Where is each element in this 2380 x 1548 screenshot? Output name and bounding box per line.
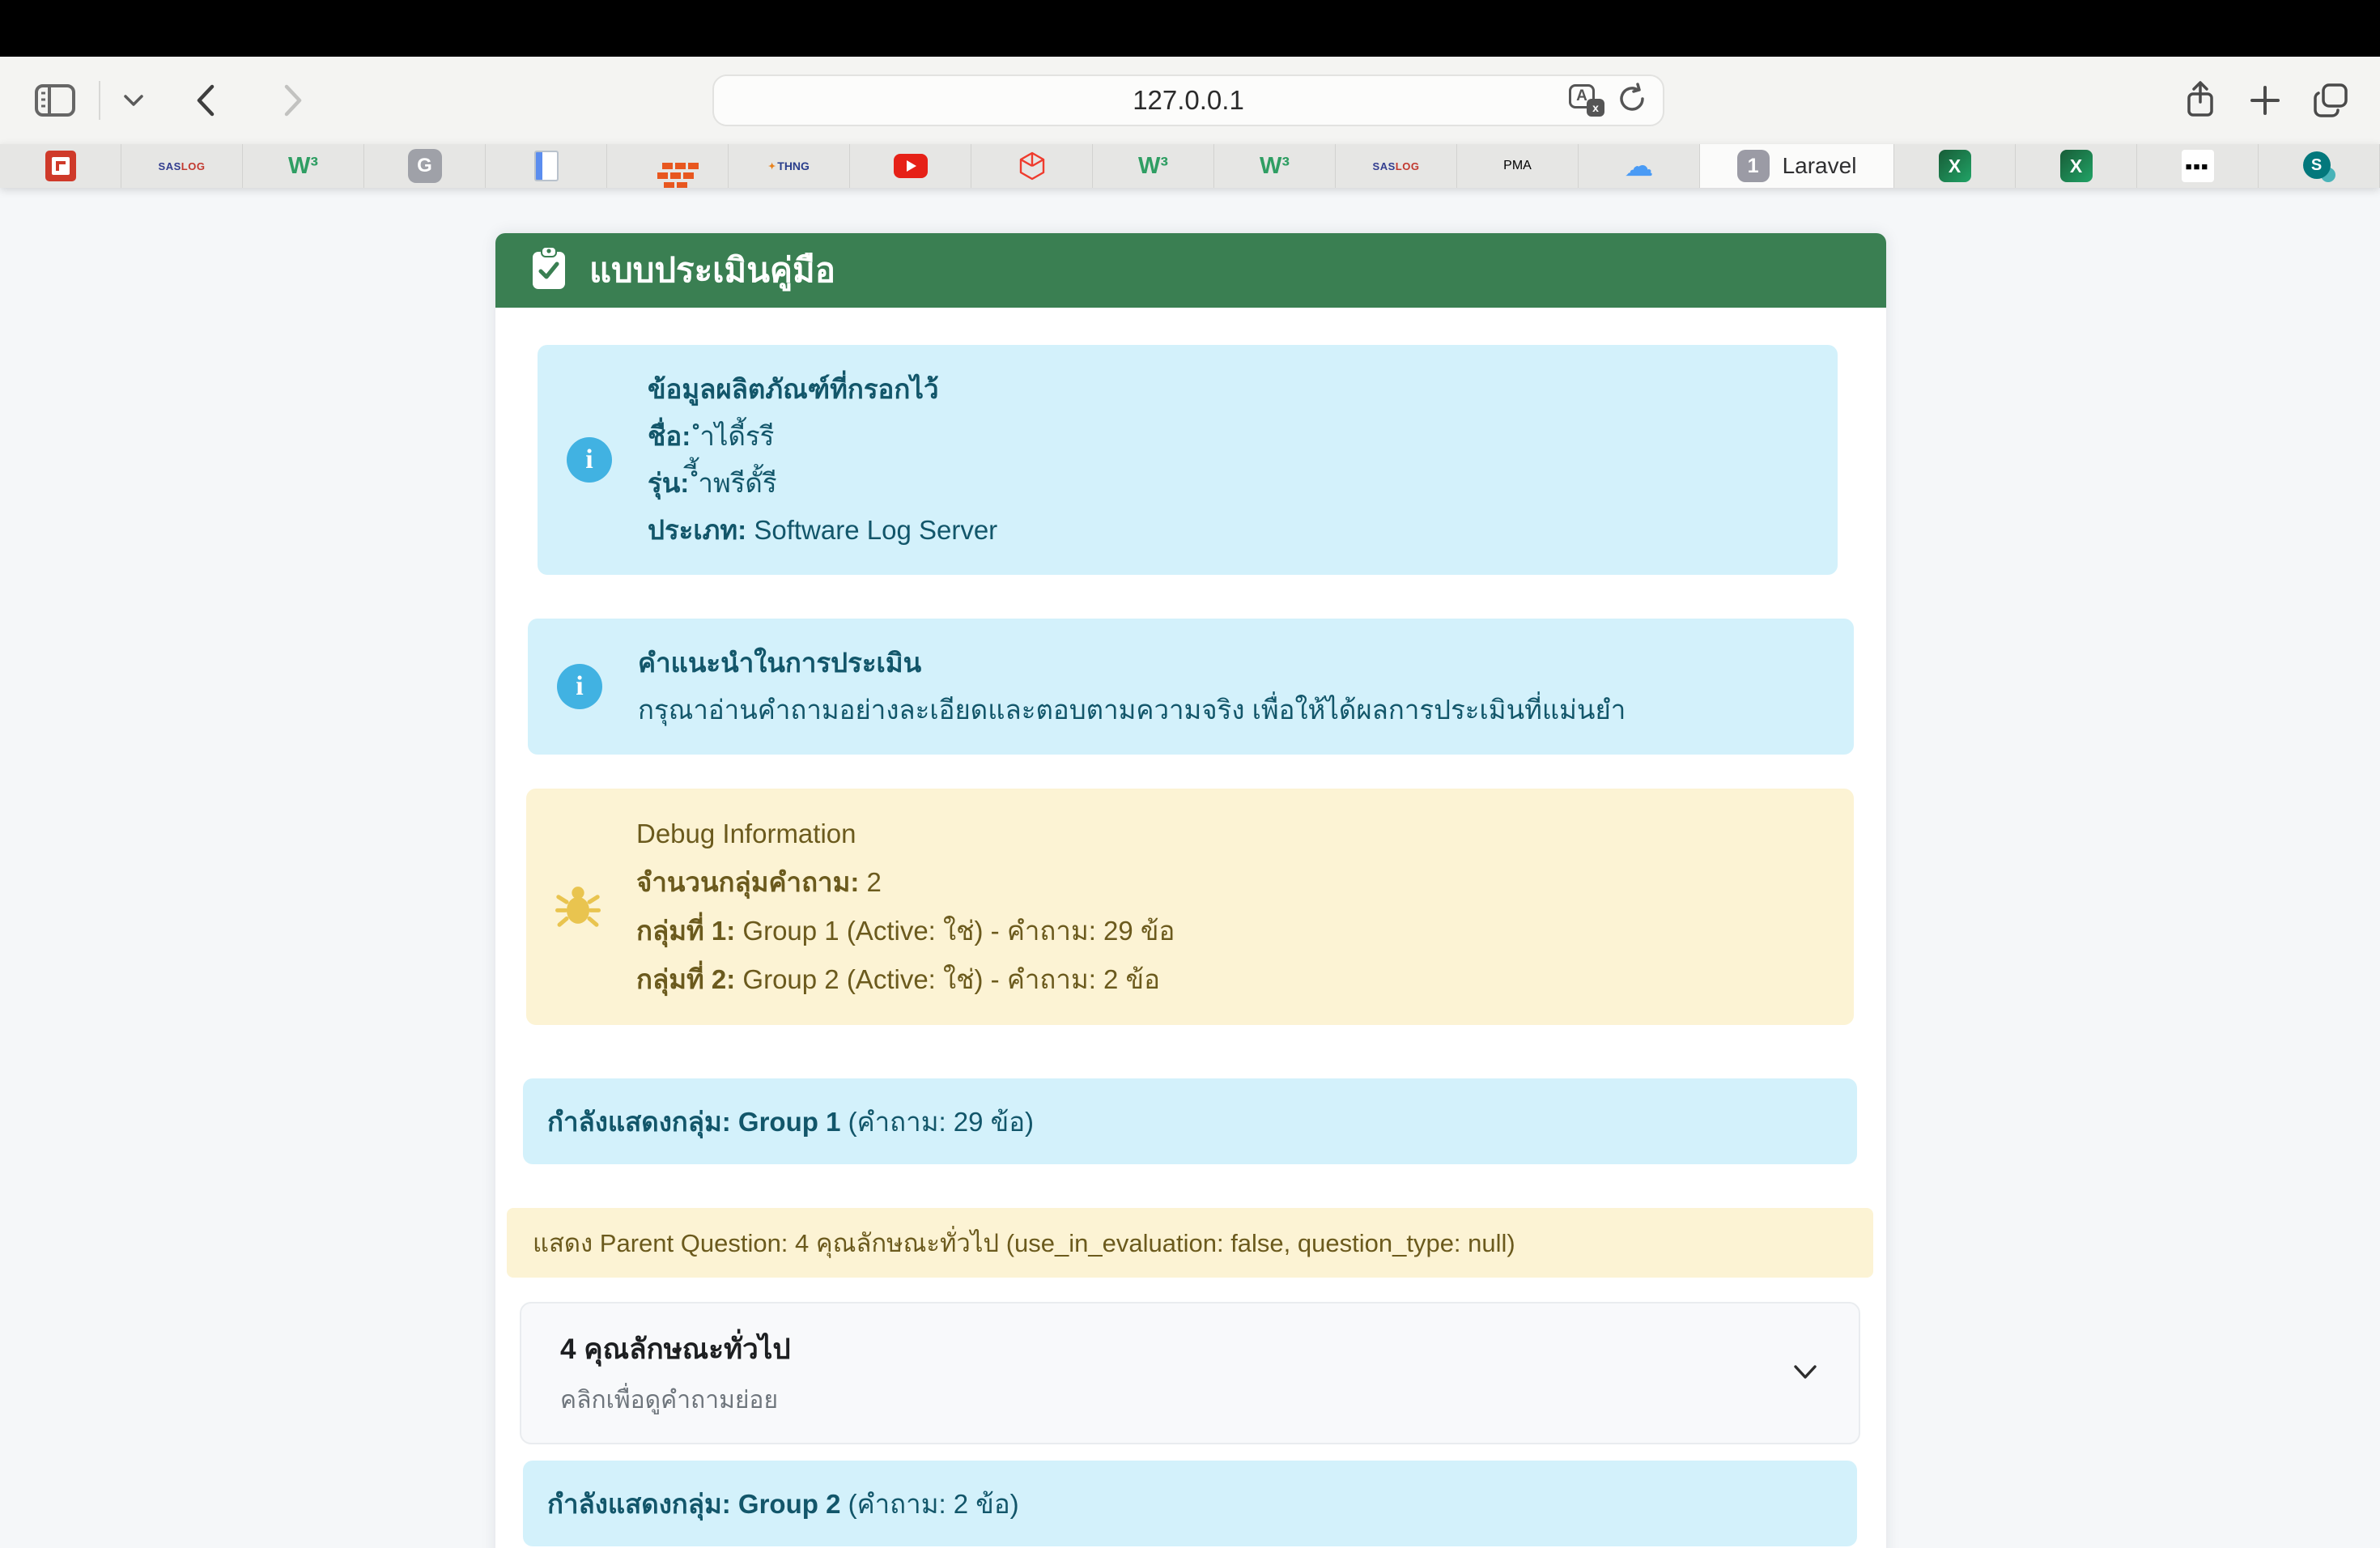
sidebar-toggle-button[interactable] (34, 83, 76, 117)
macos-menu-bar (0, 0, 2380, 57)
divider (99, 81, 100, 120)
debug-alert: Debug Information จำนวนกลุ่มคำถาม: 2 กลุ… (526, 789, 1854, 1025)
tab-excel[interactable]: X (2016, 144, 2137, 188)
tab-youtube[interactable] (850, 144, 971, 188)
tab-thng[interactable]: ✦THNG (729, 144, 850, 188)
page-title: แบบประเมินคู่มือ (589, 244, 835, 297)
excel-favicon: X (2060, 150, 2093, 182)
instructions-alert: i คำแนะนำในการประเมิน กรุณาอ่านคำถามอย่า… (528, 619, 1854, 755)
w3-favicon: W³ (288, 153, 318, 180)
debug-count-row: จำนวนกลุ่มคำถาม: 2 (636, 858, 1175, 907)
tab-saslog[interactable]: SASLOG (1336, 144, 1457, 188)
translate-icon[interactable]: Ax (1569, 84, 1604, 117)
question-card-title: 4 คุณลักษณะทั่วไป (560, 1327, 791, 1372)
tab-count-badge: 1 (1737, 150, 1770, 182)
tab-sharepoint[interactable]: S (2259, 144, 2380, 188)
youtube-favicon (894, 154, 928, 178)
tab-doc[interactable] (486, 144, 607, 188)
address-bar[interactable]: 127.0.0.1 Ax (712, 74, 1664, 126)
g-favicon: G (408, 149, 442, 183)
group1-banner: กำลังแสดงกลุ่ม: Group 1 (คำถาม: 29 ข้อ) (523, 1078, 1857, 1164)
debug-group-row: กลุ่มที่ 1: Group 1 (Active: ใช่) - คำถา… (636, 907, 1175, 955)
back-button[interactable] (193, 82, 219, 119)
info-circle-icon: i (567, 437, 612, 483)
tab-w3[interactable]: W³ (243, 144, 364, 188)
active-tab-label: Laravel (1783, 153, 1857, 179)
more-favicon: ■■■ (2182, 150, 2214, 182)
debug-title: Debug Information (636, 810, 1175, 858)
nav-right-group (2182, 57, 2352, 144)
tab-bricks[interactable] (607, 144, 729, 188)
product-name-row: ชื่อ: ำไดี้รรี (648, 413, 997, 460)
tab-saslog[interactable]: SASLOG (121, 144, 243, 188)
product-model-row: รุ่น: ี้ำพรีดั้รี (648, 460, 997, 507)
bug-icon (555, 882, 601, 932)
browser-toolbar: 127.0.0.1 Ax (0, 57, 2380, 144)
tab-w3[interactable]: W³ (1093, 144, 1214, 188)
product-type-row: ประเภท: Software Log Server (648, 507, 997, 554)
new-tab-button[interactable] (2247, 83, 2283, 118)
tab-soliat[interactable] (0, 144, 121, 188)
tab-cloud[interactable]: ☁ (1579, 144, 1700, 188)
url-text: 127.0.0.1 (1133, 85, 1244, 116)
forward-button[interactable] (280, 82, 306, 119)
reload-icon[interactable] (1616, 81, 1648, 121)
chevron-down-icon (1791, 1359, 1820, 1388)
w3-favicon: W³ (1138, 153, 1168, 180)
thng-favicon: ✦THNG (768, 159, 810, 172)
laravel-outline-favicon (1016, 150, 1048, 182)
bricks-favicon (650, 152, 686, 180)
card-body: i ข้อมูลผลิตภัณฑ์ที่กรอกไว้ ชื่อ: ำไดี้ร… (495, 308, 1886, 1546)
tab-laravel-active[interactable]: 1 Laravel (1700, 144, 1894, 188)
question-card-subtitle: คลิกเพื่อดูคำถามย่อย (560, 1381, 791, 1419)
info-circle-icon: i (557, 664, 602, 709)
product-info-alert: i ข้อมูลผลิตภัณฑ์ที่กรอกไว้ ชื่อ: ำไดี้ร… (538, 345, 1838, 575)
tab-w3[interactable]: W³ (1214, 144, 1336, 188)
sharepoint-favicon: S (2303, 150, 2335, 182)
group2-banner: กำลังแสดงกลุ่ม: Group 2 (คำถาม: 2 ข้อ) (523, 1461, 1857, 1546)
tab-g[interactable]: G (364, 144, 486, 188)
debug-group-row: กลุ่มที่ 2: Group 2 (Active: ใช่) - คำถา… (636, 955, 1175, 1004)
doc-favicon (534, 151, 559, 181)
tab-laravel-outline[interactable] (971, 144, 1093, 188)
soliat-favicon (45, 151, 76, 181)
tab-bar: SASLOG W³ G ✦THNG W³ W³ SASLOG PMA ☁ 1 Laravel X X ■■… (0, 144, 2380, 188)
pma-favicon: PMA (1503, 159, 1532, 172)
share-button[interactable] (2182, 79, 2218, 121)
saslog-favicon: SASLOG (159, 160, 206, 172)
instructions-body: กรุณาอ่านคำถามอย่างละเอียดและตอบตามความจ… (638, 687, 1626, 734)
clipboard-check-icon (529, 245, 568, 296)
card-header: แบบประเมินคู่มือ (495, 233, 1886, 308)
cloud-favicon: ☁ (1625, 149, 1654, 183)
nav-left-group (34, 57, 306, 144)
parent-question-notice: แสดง Parent Question: 4 คุณลักษณะทั่วไป … (507, 1208, 1873, 1278)
tab-pma[interactable]: PMA (1457, 144, 1579, 188)
tab-more[interactable]: ■■■ (2137, 144, 2259, 188)
product-info-title: ข้อมูลผลิตภัณฑ์ที่กรอกไว้ (648, 366, 997, 413)
page-background: แบบประเมินคู่มือ i ข้อมูลผลิตภัณฑ์ที่กรอ… (0, 188, 2380, 1548)
saslog-favicon: SASLOG (1373, 160, 1420, 172)
excel-favicon: X (1939, 150, 1971, 182)
w3-favicon: W³ (1260, 153, 1290, 180)
tab-excel[interactable]: X (1894, 144, 2016, 188)
sidebar-chevron-down-icon[interactable] (123, 93, 144, 108)
instructions-title: คำแนะนำในการประเมิน (638, 640, 1626, 687)
parent-question-card[interactable]: 4 คุณลักษณะทั่วไป คลิกเพื่อดูคำถามย่อย (520, 1302, 1860, 1444)
evaluation-card: แบบประเมินคู่มือ i ข้อมูลผลิตภัณฑ์ที่กรอ… (495, 233, 1886, 1548)
tab-overview-button[interactable] (2312, 82, 2352, 119)
